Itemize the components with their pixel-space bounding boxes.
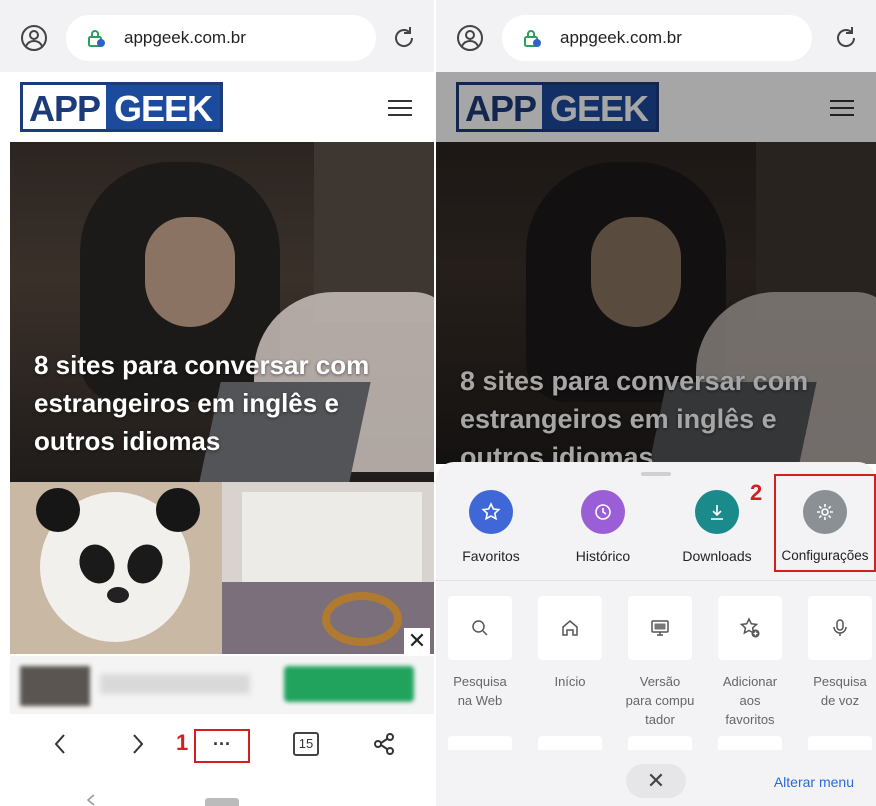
nav-home-icon[interactable]: [205, 798, 239, 806]
annotation-2: 2: [750, 480, 763, 505]
lock-icon: [88, 30, 105, 47]
close-ad-icon[interactable]: ✕: [404, 628, 430, 654]
history-icon: [581, 490, 625, 534]
account-icon[interactable]: [456, 24, 484, 52]
download-icon: [695, 490, 739, 534]
share-icon[interactable]: [362, 726, 406, 762]
tabs-button[interactable]: 15: [284, 726, 328, 762]
reload-icon[interactable]: [390, 24, 418, 52]
alterar-menu-link[interactable]: Alterar menu: [774, 774, 854, 790]
address-bar: appgeek.com.br: [0, 0, 434, 72]
browser-toolbar: 1 ··· 15: [0, 714, 434, 772]
more-menu-button[interactable]: ···: [200, 726, 244, 762]
left-phone-screen: appgeek.com.br APP GEEK 8 sites para con…: [0, 0, 434, 806]
menu-favoritos[interactable]: Favoritos: [436, 490, 546, 564]
star-icon: [469, 490, 513, 534]
annotation-highlight-box: [774, 474, 876, 572]
microphone-icon: [808, 596, 872, 660]
close-menu-button[interactable]: ✕: [626, 764, 686, 798]
site-logo[interactable]: APP GEEK: [20, 82, 224, 132]
search-icon: [448, 596, 512, 660]
lock-icon: [524, 30, 541, 47]
url-field[interactable]: appgeek.com.br: [502, 15, 812, 61]
menu-inicio[interactable]: Início: [530, 596, 610, 691]
address-bar: appgeek.com.br: [436, 0, 876, 72]
browser-menu-sheet: Favoritos Histórico Downloads Configuraç…: [436, 462, 876, 806]
back-icon[interactable]: [38, 726, 82, 762]
menu-adicionar-favoritos[interactable]: Adicionar aos favoritos: [710, 596, 790, 729]
account-icon[interactable]: [20, 24, 48, 52]
menu-pesquisa-voz[interactable]: Pesquisa de voz: [800, 596, 876, 710]
right-phone-screen: appgeek.com.br APP GEEK 8 sites para con…: [436, 0, 876, 806]
nav-back-icon[interactable]: [86, 794, 96, 806]
desktop-icon: [628, 596, 692, 660]
hero-article-title[interactable]: 8 sites para conversar com estrangeiros …: [34, 346, 369, 460]
annotation-1: 1: [176, 730, 189, 755]
article-thumbnail-panda[interactable]: [10, 482, 222, 654]
article-thumbnail-laptop[interactable]: [222, 482, 434, 654]
hero-article-image[interactable]: 8 sites para conversar com estrangeiros …: [10, 142, 434, 482]
url-text: appgeek.com.br: [560, 28, 682, 47]
dim-overlay[interactable]: [436, 72, 876, 464]
add-favorite-icon: [718, 596, 782, 660]
forward-icon[interactable]: [116, 726, 160, 762]
site-header: APP GEEK: [0, 72, 434, 142]
hamburger-menu-icon[interactable]: [388, 100, 412, 118]
reload-icon[interactable]: [832, 24, 860, 52]
menu-historico[interactable]: Histórico: [548, 490, 658, 564]
system-nav-bar: [0, 772, 434, 806]
menu-pesquisa-web[interactable]: Pesquisa na Web: [440, 596, 520, 710]
menu-versao-computador[interactable]: Versão para compu tador: [620, 596, 700, 729]
sheet-drag-handle[interactable]: [641, 472, 671, 476]
ad-banner[interactable]: [10, 656, 434, 714]
url-field[interactable]: appgeek.com.br: [66, 15, 376, 61]
home-icon: [538, 596, 602, 660]
url-text: appgeek.com.br: [124, 28, 246, 47]
tabs-count: 15: [293, 732, 319, 756]
